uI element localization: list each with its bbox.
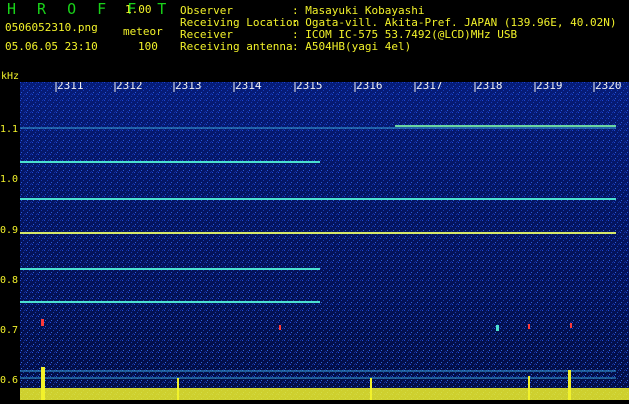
meteor-echo: [279, 325, 281, 330]
activity-bar: [528, 376, 530, 400]
y-tick-label: 0.8: [0, 275, 19, 286]
y-tick-label: 0.9: [0, 225, 19, 236]
y-tick-label: 1.1: [0, 124, 19, 135]
activity-bar: [177, 378, 179, 400]
meta-value-receiver: : ICOM IC-575 53.7492(@LCD)MHz USB: [292, 28, 518, 41]
y-axis-labels: 1.1 1.0 0.9 0.8 0.7 0.6: [0, 78, 20, 400]
y-tick-label: 1.0: [0, 174, 19, 185]
noise-shade: [20, 82, 629, 400]
time-tick-label: 2312: [116, 82, 143, 92]
meta-key-receiver: Receiver: [180, 28, 233, 41]
mode-value: 100: [138, 40, 158, 53]
datetime-label: 05.06.05 23:10: [5, 40, 98, 53]
activity-bar: [370, 378, 372, 400]
meteor-echo: [41, 319, 44, 326]
spectrogram-svg: 2311 2312 2313 2314 2315 2316 2317 2318 …: [20, 79, 629, 400]
time-tick-label: 2320: [595, 82, 622, 92]
y-tick-label: 0.6: [0, 375, 19, 386]
time-tick-label: 2317: [416, 82, 443, 92]
activity-bar: [568, 370, 571, 400]
meta-value-location: : Ogata-vill. Akita-Pref. JAPAN (139.96E…: [292, 16, 617, 29]
spectrogram-plot: 2311 2312 2313 2314 2315 2316 2317 2318 …: [20, 79, 629, 400]
mode-label: meteor: [123, 25, 163, 38]
meta-key-location: Receiving Location: [180, 16, 300, 29]
header-panel: H R O F F T 1.00 0506052310.png meteor 0…: [0, 0, 629, 78]
filename-label: 0506052310.png: [5, 21, 98, 34]
meteor-echo: [496, 325, 499, 331]
meta-key-antenna: Receiving antenna: [180, 40, 293, 53]
app-version: 1.00: [125, 3, 152, 16]
time-tick-label: 2314: [235, 82, 262, 92]
meteor-echo: [570, 323, 572, 328]
meteor-echo: [528, 324, 530, 329]
time-tick-label: 2316: [356, 82, 383, 92]
time-tick-label: 2313: [175, 82, 202, 92]
time-tick-label: 2315: [296, 82, 323, 92]
meta-key-observer: Observer: [180, 4, 233, 17]
time-tick-label: 2318: [476, 82, 503, 92]
meta-value-observer: : Masayuki Kobayashi: [292, 4, 425, 17]
y-tick-label: 0.7: [0, 325, 19, 336]
meta-value-antenna: : A504HB(yagi 4el): [292, 40, 412, 53]
time-tick-label: 2311: [57, 82, 84, 92]
activity-bar: [41, 367, 45, 400]
time-tick-label: 2319: [536, 82, 563, 92]
activity-band: [20, 388, 629, 400]
